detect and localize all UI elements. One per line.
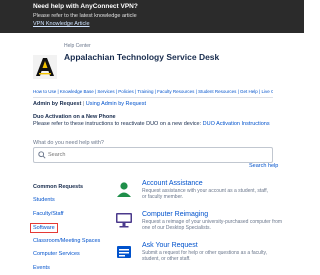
duo-instructions-link[interactable]: DUO Activation Instructions — [203, 121, 270, 127]
banner-title: Need help with AnyConnect VPN? — [33, 3, 138, 10]
card-title[interactable]: Computer Reimaging — [142, 211, 208, 218]
using-admin-link[interactable]: Using Admin by Request — [86, 101, 146, 107]
admin-by-request-label: Admin by Request — [33, 101, 82, 107]
search-icon — [38, 151, 46, 159]
sidebar-item-students[interactable]: Students — [33, 197, 55, 203]
request-card-reimaging[interactable]: Computer Reimaging Request a reimage of … — [115, 211, 295, 233]
search-input[interactable] — [48, 149, 263, 160]
search-box[interactable] — [33, 147, 273, 163]
request-card-account[interactable]: Account Assistance Request assistance wi… — [115, 180, 295, 202]
duo-text: Please refer to these instructions to re… — [33, 121, 270, 127]
person-account-icon — [115, 180, 133, 198]
sidebar-item-computer-services[interactable]: Computer Services — [33, 251, 80, 257]
form-request-icon — [115, 242, 133, 260]
vpn-help-banner: Need help with AnyConnect VPN? Please re… — [0, 0, 304, 33]
card-title[interactable]: Account Assistance — [142, 180, 203, 187]
card-description: one of our Desktop Specialists. — [142, 225, 211, 231]
sidebar-item-software[interactable]: Software — [30, 223, 58, 233]
appalachian-logo-icon — [33, 55, 57, 79]
computer-monitor-icon — [115, 211, 133, 229]
search-question: What do you need help with? — [33, 140, 104, 146]
sidebar-item-faculty-staff[interactable]: Faculty/Staff — [33, 211, 63, 217]
divider — [33, 97, 273, 98]
separator: | — [82, 101, 85, 107]
top-links[interactable]: How to Use | Knowledge Base | Services |… — [33, 89, 273, 95]
page-title: Appalachian Technology Service Desk — [64, 52, 220, 62]
card-title[interactable]: Ask Your Request — [142, 242, 198, 249]
card-description: student, or other staff. — [142, 256, 191, 262]
sidebar-item-events[interactable]: Events — [33, 265, 50, 271]
admin-row: Admin by Request | Using Admin by Reques… — [33, 101, 146, 107]
banner-link[interactable]: VPN Knowledge Article — [33, 21, 90, 27]
card-description: or faculty member. — [142, 194, 184, 200]
sidebar-heading: Common Requests — [33, 184, 84, 190]
duo-title: Duo Activation on a New Phone — [33, 114, 116, 120]
sidebar-item-classroom[interactable]: Classroom/Meeting Spaces — [33, 238, 100, 244]
duo-instructions-text: Please refer to these instructions to re… — [33, 121, 202, 127]
breadcrumb[interactable]: Help Center — [64, 43, 91, 49]
request-card-ask[interactable]: Ask Your Request Submit a request for he… — [115, 242, 295, 264]
banner-subtitle: Please refer to the latest knowledge art… — [33, 13, 137, 19]
search-help-link[interactable]: Search help — [249, 163, 278, 169]
